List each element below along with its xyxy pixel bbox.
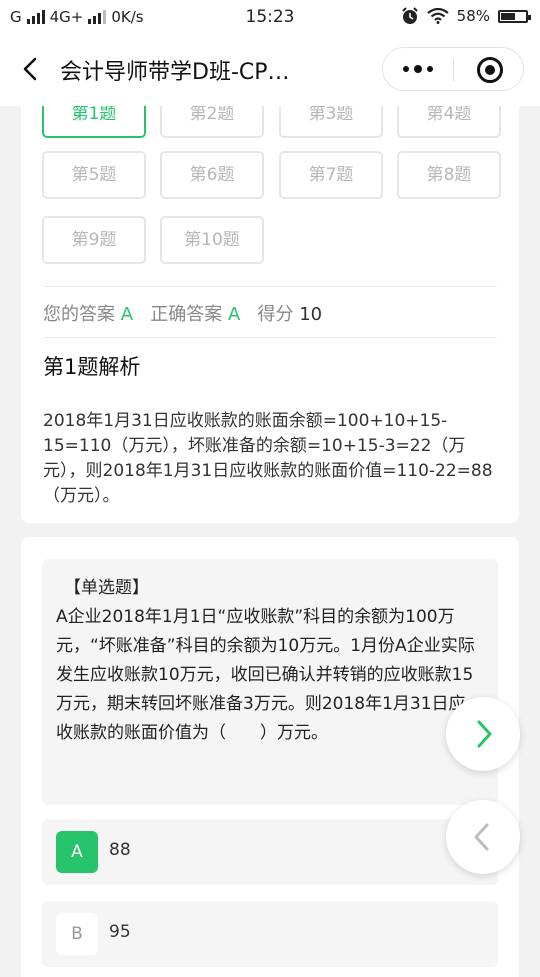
more-dots-icon — [403, 65, 433, 73]
page-title: 会计导师带学D班-CP… — [60, 60, 290, 85]
capsule-divider — [453, 59, 454, 81]
option-text: 95 — [109, 922, 131, 942]
correct-answer-label: 正确答案 — [150, 304, 223, 325]
correct-answer-value: A — [227, 304, 241, 325]
alarm-icon — [401, 7, 418, 24]
question-button-6[interactable]: 第6题 — [160, 151, 264, 199]
nav-bar: 会计导师带学D班-CP… — [0, 34, 540, 106]
question-button-8[interactable]: 第8题 — [397, 151, 501, 199]
analysis-title: 第1题解析 — [43, 355, 141, 379]
option-a[interactable]: A 88 — [42, 819, 498, 885]
option-b[interactable]: B 95 — [42, 901, 498, 967]
question-card: 【单选题】 A企业2018年1月1日“应收账款”科目的余额为100万元，“坏账准… — [21, 537, 519, 977]
divider — [43, 337, 497, 338]
your-answer-label: 您的答案 — [43, 304, 115, 325]
battery-icon — [498, 9, 531, 23]
chevron-left-icon — [474, 823, 489, 851]
option-letter: A — [56, 831, 98, 873]
battery-fill — [501, 12, 515, 20]
question-body: A企业2018年1月1日“应收账款”科目的余额为100万元，“坏账准备”科目的余… — [56, 607, 475, 743]
status-bar: G 4G+ 0K/s 15:23 58% — [0, 0, 540, 34]
score-value: 10 — [299, 304, 323, 325]
question-button-1[interactable]: 第1题 — [42, 106, 146, 138]
question-button-4[interactable]: 第4题 — [397, 106, 501, 138]
battery-percent: 58% — [456, 7, 490, 25]
answer-summary: 您的答案 A 正确答案 A 得分 10 — [43, 300, 322, 326]
wifi-icon — [426, 8, 449, 24]
question-button-3[interactable]: 第3题 — [279, 106, 383, 138]
chevron-left-icon — [23, 57, 37, 81]
back-button[interactable] — [14, 52, 48, 86]
question-type-label: 【单选题】 — [64, 578, 149, 598]
more-button[interactable] — [383, 48, 453, 90]
prev-question-button[interactable] — [446, 800, 520, 874]
answer-card: 第1题 第2题 第3题 第4题 第5题 第6题 第7题 第8题 第9题 第10题… — [21, 106, 519, 523]
question-box: 【单选题】 A企业2018年1月1日“应收账款”科目的余额为100万元，“坏账准… — [42, 559, 498, 805]
divider — [43, 286, 497, 287]
your-answer-value: A — [120, 304, 134, 325]
mini-program-capsule — [382, 47, 524, 91]
question-button-2[interactable]: 第2题 — [160, 106, 264, 138]
question-button-9[interactable]: 第9题 — [42, 216, 146, 264]
question-text: 【单选题】 A企业2018年1月1日“应收账款”科目的余额为100万元，“坏账准… — [56, 574, 480, 748]
question-button-7[interactable]: 第7题 — [279, 151, 383, 199]
option-letter: B — [56, 913, 98, 955]
option-text: 88 — [109, 840, 131, 860]
analysis-text: 2018年1月31日应收账款的账面余额=100+10+15-15=110（万元）… — [43, 411, 493, 506]
question-button-5[interactable]: 第5题 — [42, 151, 146, 199]
score-label: 得分 — [257, 304, 294, 325]
question-button-10[interactable]: 第10题 — [160, 216, 264, 264]
close-button[interactable] — [477, 57, 503, 83]
next-question-button[interactable] — [446, 697, 520, 771]
chevron-right-icon — [477, 720, 492, 748]
